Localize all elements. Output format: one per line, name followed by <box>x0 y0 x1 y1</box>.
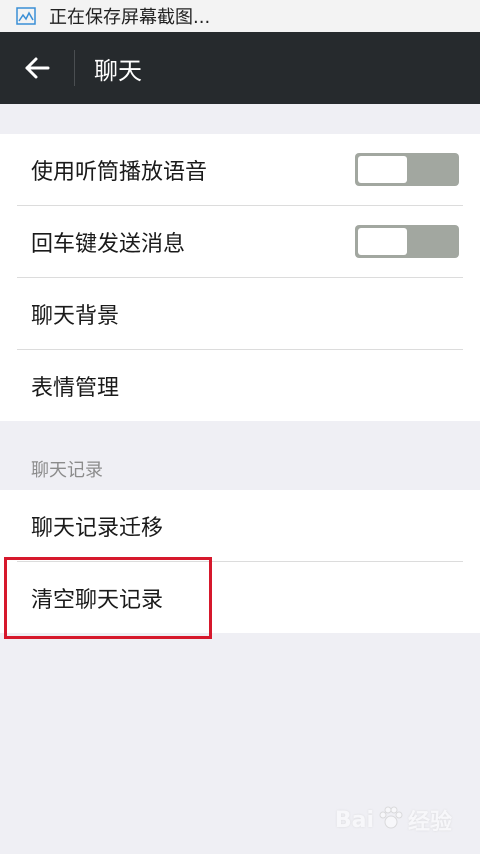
settings-row-label: 使用听筒播放语音 <box>31 159 208 185</box>
watermark: Bai 经验 <box>335 804 452 836</box>
settings-row-earpiece-voice[interactable]: 使用听筒播放语音 <box>17 134 463 206</box>
toggle-knob <box>358 228 407 255</box>
settings-row-label: 聊天背景 <box>31 303 120 329</box>
settings-row-clear-chat-history[interactable]: 清空聊天记录 <box>17 562 463 633</box>
status-text: 正在保存屏幕截图... <box>49 7 211 28</box>
enter-send-toggle[interactable] <box>355 225 459 258</box>
toggle-knob <box>358 156 407 183</box>
chat-history-header: 聊天记录 <box>31 460 103 481</box>
settings-row-label: 聊天记录迁移 <box>31 515 164 541</box>
settings-row-label: 清空聊天记录 <box>31 587 164 613</box>
settings-row-chat-history-migration[interactable]: 聊天记录迁移 <box>17 490 463 562</box>
status-bar: 正在保存屏幕截图... <box>0 0 480 32</box>
chat-history-section: 聊天记录迁移 清空聊天记录 <box>0 490 480 633</box>
settings-row-chat-background[interactable]: 聊天背景 <box>17 278 463 350</box>
watermark-prefix: Bai <box>334 807 374 833</box>
settings-row-sticker-management[interactable]: 表情管理 <box>17 350 463 421</box>
back-button[interactable] <box>0 32 74 104</box>
watermark-suffix: 经验 <box>407 810 452 835</box>
settings-row-label: 回车键发送消息 <box>31 231 186 257</box>
chat-settings-section: 使用听筒播放语音 回车键发送消息 聊天背景 表情管理 <box>0 134 480 421</box>
back-arrow-icon <box>25 57 50 79</box>
app-bar: 聊天 <box>0 32 480 104</box>
settings-row-label: 表情管理 <box>31 375 120 401</box>
earpiece-voice-toggle[interactable] <box>355 153 459 186</box>
screenshot-icon <box>16 7 36 25</box>
paw-icon <box>378 805 404 835</box>
settings-row-enter-send[interactable]: 回车键发送消息 <box>17 206 463 278</box>
page-title: 聊天 <box>94 56 142 85</box>
app-bar-divider <box>74 50 75 86</box>
